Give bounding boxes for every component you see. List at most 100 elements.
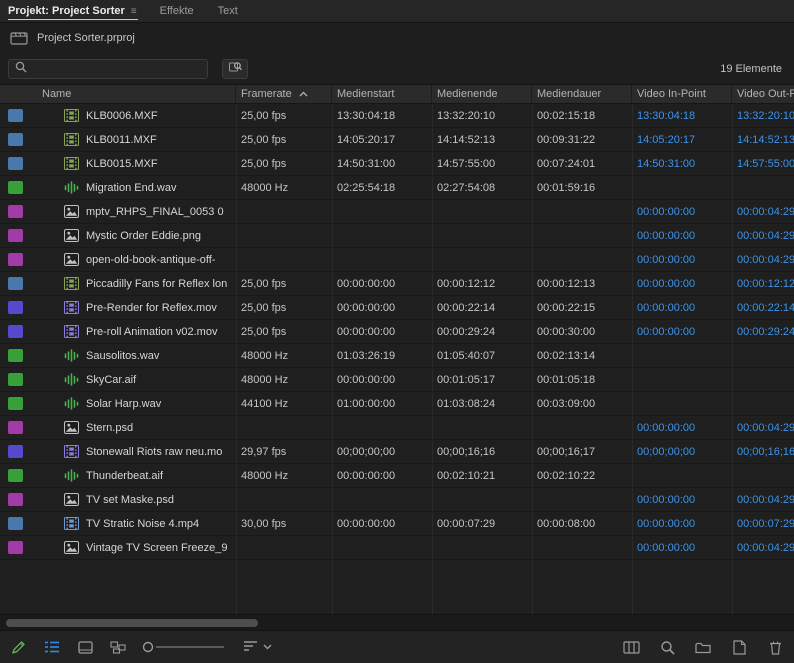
sort-order-control[interactable] <box>243 640 272 655</box>
project-breadcrumb[interactable]: Project Sorter.prproj <box>0 23 794 53</box>
table-row[interactable]: Migration End.wav 48000 Hz 02:25:54:18 0… <box>0 176 794 200</box>
table-row[interactable]: open-old-book-antique-off- 00:00:00:00 0… <box>0 248 794 272</box>
column-video-in-point[interactable]: Video In-Point <box>632 85 732 103</box>
column-video-out-point[interactable]: Video Out-Point <box>732 85 794 103</box>
video-in-cell: 00:00:00:00 <box>632 278 732 290</box>
medienstart-cell: 14:05:20:17 <box>332 134 432 146</box>
label-chip-cell <box>0 421 30 434</box>
video-in-cell: 00:00:00:00 <box>632 422 732 434</box>
label-chip[interactable] <box>8 205 23 218</box>
item-name: Vintage TV Screen Freeze_9 <box>86 542 227 554</box>
tab-text-label: Text <box>218 5 238 17</box>
label-chip[interactable] <box>8 301 23 314</box>
name-cell: Migration End.wav <box>30 181 236 194</box>
medienende-cell: 14:14:52:13 <box>432 134 532 146</box>
table-row[interactable]: Stern.psd 00:00:00:00 00:00:04:29 <box>0 416 794 440</box>
delete-trash-icon[interactable] <box>766 637 784 657</box>
video-in-cell: 00:00:00:00 <box>632 542 732 554</box>
name-cell: Piccadilly Fans for Reflex lon <box>30 277 236 290</box>
table-row[interactable]: TV Stratic Noise 4.mp4 30,00 fps 00:00:0… <box>0 512 794 536</box>
name-cell: mptv_RHPS_FINAL_0053 0 <box>30 205 236 218</box>
label-chip[interactable] <box>8 421 23 434</box>
label-chip[interactable] <box>8 541 23 554</box>
label-chip[interactable] <box>8 229 23 242</box>
tab-projekt[interactable]: Projekt: Project Sorter ≡ <box>8 0 148 22</box>
table-row[interactable]: KLB0015.MXF 25,00 fps 14:50:31:00 14:57:… <box>0 152 794 176</box>
medienstart-cell: 13:30:04:18 <box>332 110 432 122</box>
framerate-cell: 44100 Hz <box>236 398 332 410</box>
column-medienende[interactable]: Medienende <box>432 85 532 103</box>
new-item-icon[interactable] <box>730 637 748 657</box>
label-chip[interactable] <box>8 445 23 458</box>
freeform-view-icon[interactable] <box>109 637 127 657</box>
video-in-cell: 00:00:00:00 <box>632 302 732 314</box>
tab-text[interactable]: Text <box>206 0 250 22</box>
horizontal-scrollbar[interactable] <box>0 614 794 630</box>
mediendauer-cell: 00:01:05:18 <box>532 374 632 386</box>
new-bin-folder-icon[interactable] <box>694 637 712 657</box>
framerate-cell: 48000 Hz <box>236 374 332 386</box>
table-row[interactable]: Sausolitos.wav 48000 Hz 01:03:26:19 01:0… <box>0 344 794 368</box>
column-framerate[interactable]: Framerate <box>236 85 332 103</box>
table-row[interactable]: KLB0011.MXF 25,00 fps 14:05:20:17 14:14:… <box>0 128 794 152</box>
name-cell: Thunderbeat.aif <box>30 469 236 482</box>
table-row[interactable]: Pre-Render for Reflex.mov 25,00 fps 00:0… <box>0 296 794 320</box>
table-row[interactable]: Mystic Order Eddie.png 00:00:00:00 00:00… <box>0 224 794 248</box>
project-writable-pen-icon[interactable] <box>10 637 28 657</box>
search-input[interactable] <box>32 63 201 75</box>
table-row[interactable]: Stonewall Riots raw neu.mo 29,97 fps 00;… <box>0 440 794 464</box>
name-cell: open-old-book-antique-off- <box>30 253 236 266</box>
label-chip[interactable] <box>8 397 23 410</box>
label-chip[interactable] <box>8 325 23 338</box>
table-row[interactable]: KLB0006.MXF 25,00 fps 13:30:04:18 13:32:… <box>0 104 794 128</box>
tab-projekt-label: Projekt: Project Sorter <box>8 5 125 17</box>
item-name: Stern.psd <box>86 422 133 434</box>
video-out-cell: 00:00:04:29 <box>732 542 794 554</box>
automate-to-sequence-icon[interactable] <box>622 637 640 657</box>
label-chip[interactable] <box>8 373 23 386</box>
medienende-cell: 00:00:29:24 <box>432 326 532 338</box>
medienstart-cell: 01:00:00:00 <box>332 398 432 410</box>
label-chip[interactable] <box>8 517 23 530</box>
label-chip[interactable] <box>8 181 23 194</box>
tab-effekte[interactable]: Effekte <box>148 0 206 22</box>
column-name[interactable]: Name <box>30 85 236 103</box>
table-row[interactable]: Pre-roll Animation v02.mov 25,00 fps 00:… <box>0 320 794 344</box>
medienstart-cell: 00:00:00:00 <box>332 326 432 338</box>
label-chip-cell <box>0 517 30 530</box>
search-box[interactable] <box>8 59 208 79</box>
name-cell: Stern.psd <box>30 421 236 434</box>
table-row[interactable]: SkyCar.aif 48000 Hz 00:00:00:00 00:01:05… <box>0 368 794 392</box>
video-out-cell: 00:00:04:29 <box>732 206 794 218</box>
label-chip[interactable] <box>8 109 23 122</box>
label-chip[interactable] <box>8 133 23 146</box>
video-in-cell: 00:00:00:00 <box>632 518 732 530</box>
scrollbar-thumb[interactable] <box>6 619 258 627</box>
label-chip[interactable] <box>8 277 23 290</box>
icon-view-icon[interactable] <box>76 637 94 657</box>
find-button[interactable] <box>222 59 248 79</box>
label-chip[interactable] <box>8 469 23 482</box>
video-out-cell: 00:00:04:29 <box>732 230 794 242</box>
list-view-icon[interactable] <box>43 637 61 657</box>
find-magnifier-icon[interactable] <box>658 637 676 657</box>
video-out-cell: 00:00:29:24 <box>732 326 794 338</box>
label-chip[interactable] <box>8 349 23 362</box>
label-chip-cell <box>0 157 30 170</box>
panel-menu-icon[interactable]: ≡ <box>131 6 136 17</box>
table-row[interactable]: Piccadilly Fans for Reflex lon 25,00 fps… <box>0 272 794 296</box>
table-row[interactable]: mptv_RHPS_FINAL_0053 0 00:00:00:00 00:00… <box>0 200 794 224</box>
column-mediendauer[interactable]: Mediendauer <box>532 85 632 103</box>
medienstart-cell: 14:50:31:00 <box>332 158 432 170</box>
medienende-cell: 02:27:54:08 <box>432 182 532 194</box>
label-chip[interactable] <box>8 493 23 506</box>
label-chip[interactable] <box>8 157 23 170</box>
table-row[interactable]: Solar Harp.wav 44100 Hz 01:00:00:00 01:0… <box>0 392 794 416</box>
table-row[interactable]: Vintage TV Screen Freeze_9 00:00:00:00 0… <box>0 536 794 560</box>
column-medienstart[interactable]: Medienstart <box>332 85 432 103</box>
table-row[interactable]: TV set Maske.psd 00:00:00:00 00:00:04:29 <box>0 488 794 512</box>
table-header: Name Framerate Medienstart Medienende Me… <box>0 84 794 104</box>
zoom-slider[interactable] <box>142 637 228 657</box>
table-row[interactable]: Thunderbeat.aif 48000 Hz 00:00:00:00 00:… <box>0 464 794 488</box>
label-chip[interactable] <box>8 253 23 266</box>
